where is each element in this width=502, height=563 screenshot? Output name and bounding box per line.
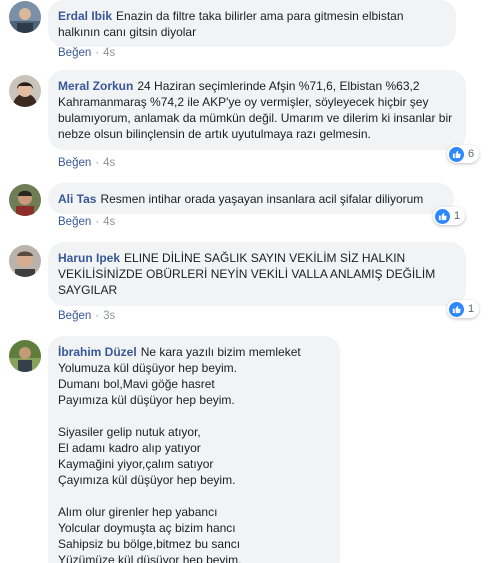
comment-author[interactable]: Harun Ipek	[58, 251, 120, 265]
comment-actions: Beğen · 3s	[58, 310, 115, 322]
reaction-count[interactable]: 6	[447, 145, 480, 163]
poem-line: Yolumuza kül düşüyor hep beyim.	[58, 361, 237, 375]
poem-line: Yüzümüze kül düşüyor hep beyim.	[58, 553, 242, 563]
thumbs-up-icon	[449, 301, 464, 317]
reaction-count[interactable]: 1	[447, 300, 480, 318]
comment-text: Resmen intihar orada yaşayan insanlara a…	[100, 192, 424, 206]
thumbs-up-icon	[449, 146, 464, 162]
separator: ·	[95, 310, 100, 322]
timestamp[interactable]: 4s	[103, 157, 115, 169]
reaction-count-number: 1	[468, 303, 475, 315]
reaction-count-number: 1	[454, 210, 461, 222]
like-button[interactable]: Beğen	[58, 310, 91, 322]
comment-author[interactable]: Ali Tas	[58, 192, 96, 206]
avatar[interactable]	[9, 340, 41, 372]
timestamp[interactable]: 4s	[103, 47, 115, 59]
poem-line: Yolcular doymuşta aç bizim hancı	[58, 521, 236, 535]
comment-actions: Beğen · 4s	[58, 47, 115, 59]
poem-line: Dumanı bol,Mavi göğe hasret	[58, 377, 215, 391]
separator: ·	[95, 157, 100, 169]
comment-actions: Beğen · 4s	[58, 157, 115, 169]
poem-stanza: Siyasiler gelip nutuk atıyor, El adamı k…	[58, 424, 330, 488]
comment-thread: Erdal Ibik Enazin da filtre taka bilirler…	[0, 0, 502, 563]
avatar[interactable]	[9, 1, 41, 33]
poem-stanza: Yolumuza kül düşüyor hep beyim. Dumanı b…	[58, 360, 330, 408]
poem-line: El adamı kadro alıp yatıyor	[58, 441, 201, 455]
comment-bubble: Ali Tas Resmen intihar orada yaşayan insa…	[48, 183, 454, 214]
profile-photo-icon	[9, 184, 41, 216]
like-button[interactable]: Beğen	[58, 216, 91, 228]
poem-line: Ne kara yazılı bizim memleket	[140, 345, 301, 359]
timestamp[interactable]: 4s	[103, 216, 115, 228]
poem-line: Payımıza kül düşüyor hep beyim.	[58, 393, 235, 407]
reaction-count-number: 6	[468, 148, 475, 160]
poem-line: Kaymağini yiyor,çalım satıyor	[58, 457, 214, 471]
poem-line: Çayımıza kül düşüyor hep beyim.	[58, 473, 236, 487]
like-button[interactable]: Beğen	[58, 47, 91, 59]
avatar[interactable]	[9, 184, 41, 216]
separator: ·	[95, 47, 100, 59]
poem-line: Alım olur girenler hep yabancı	[58, 505, 218, 519]
poem-line: Sahipsiz bu bölge,bitmez bu sancı	[58, 537, 241, 551]
comment-bubble: Harun Ipek ELINE DİLİNE SAĞLIK SAYIN VEKİ…	[48, 242, 466, 306]
reaction-count[interactable]: 1	[433, 207, 466, 225]
profile-photo-icon	[9, 1, 41, 33]
poem-line: Siyasiler gelip nutuk atıyor,	[58, 425, 201, 439]
poem-stanza: Alım olur girenler hep yabancı Yolcular …	[58, 504, 330, 563]
comment-bubble: İbrahim Düzel Ne kara yazılı bizim memlek…	[48, 336, 340, 563]
thumbs-up-icon	[435, 208, 450, 224]
comment-author[interactable]: Meral Zorkun	[58, 79, 133, 93]
comment-bubble: Meral Zorkun 24 Haziran seçimlerinde Afşi…	[48, 70, 466, 150]
comment-author[interactable]: Erdal Ibik	[58, 9, 112, 23]
profile-photo-icon	[9, 245, 41, 277]
timestamp[interactable]: 3s	[103, 310, 115, 322]
like-button[interactable]: Beğen	[58, 157, 91, 169]
avatar[interactable]	[9, 245, 41, 277]
comment-bubble: Erdal Ibik Enazin da filtre taka bilirler…	[48, 0, 456, 47]
comment-author[interactable]: İbrahim Düzel	[58, 345, 137, 359]
profile-photo-icon	[9, 340, 41, 372]
avatar[interactable]	[9, 75, 41, 107]
profile-photo-icon	[9, 75, 41, 107]
comment-actions: Beğen · 4s	[58, 216, 115, 228]
separator: ·	[95, 216, 100, 228]
